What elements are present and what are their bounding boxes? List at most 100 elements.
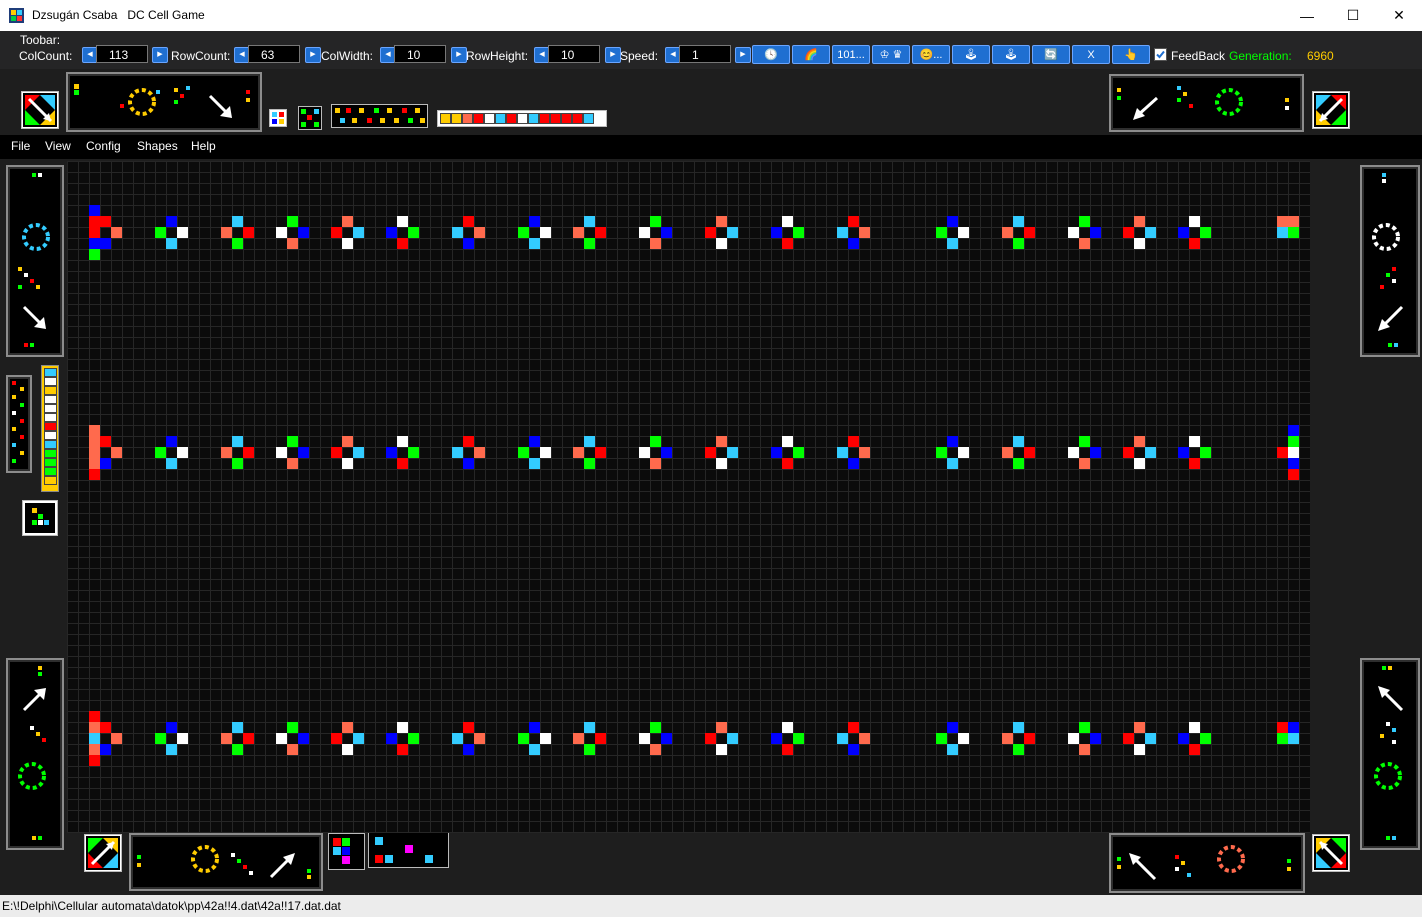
live-cell[interactable]	[89, 216, 100, 227]
live-cell[interactable]	[771, 447, 782, 458]
palette-color-cell[interactable]	[561, 113, 572, 124]
live-cell[interactable]	[661, 733, 672, 744]
live-cell[interactable]	[100, 216, 111, 227]
live-cell[interactable]	[705, 447, 716, 458]
excel-button[interactable]: X	[1072, 45, 1110, 64]
hand-pointer-button[interactable]: 👆	[1112, 45, 1150, 64]
live-cell[interactable]	[89, 447, 100, 458]
palette-color-cell[interactable]	[572, 113, 583, 124]
colcount-increment-button[interactable]: ▶	[152, 47, 168, 63]
palette-color-cell[interactable]	[528, 113, 539, 124]
live-cell[interactable]	[540, 227, 551, 238]
live-cell[interactable]	[298, 227, 309, 238]
live-cell[interactable]	[848, 744, 859, 755]
palette-small-2[interactable]	[298, 106, 322, 130]
live-cell[interactable]	[958, 227, 969, 238]
live-cell[interactable]	[1145, 447, 1156, 458]
live-cell[interactable]	[573, 447, 584, 458]
live-cell[interactable]	[595, 227, 606, 238]
live-cell[interactable]	[89, 755, 100, 766]
live-cell[interactable]	[1068, 733, 1079, 744]
live-cell[interactable]	[650, 458, 661, 469]
live-cell[interactable]	[1288, 216, 1299, 227]
live-cell[interactable]	[705, 733, 716, 744]
live-cell[interactable]	[232, 238, 243, 249]
rowheight-field[interactable]: 10	[548, 45, 600, 63]
colcount-field[interactable]: 113	[96, 45, 148, 63]
palette-strip-top[interactable]	[437, 110, 607, 127]
live-cell[interactable]	[353, 227, 364, 238]
live-cell[interactable]	[342, 238, 353, 249]
live-cell[interactable]	[529, 436, 540, 447]
menu-config[interactable]: Config	[86, 139, 121, 153]
live-cell[interactable]	[639, 227, 650, 238]
live-cell[interactable]	[342, 436, 353, 447]
live-cell[interactable]	[716, 722, 727, 733]
live-cell[interactable]	[89, 227, 100, 238]
live-cell[interactable]	[727, 447, 738, 458]
live-cell[interactable]	[100, 458, 111, 469]
live-cell[interactable]	[100, 238, 111, 249]
live-cell[interactable]	[1013, 216, 1024, 227]
rowcount-field[interactable]: 63	[248, 45, 300, 63]
live-cell[interactable]	[529, 722, 540, 733]
live-cell[interactable]	[958, 447, 969, 458]
menu-view[interactable]: View	[45, 139, 71, 153]
live-cell[interactable]	[276, 227, 287, 238]
live-cell[interactable]	[518, 733, 529, 744]
live-cell[interactable]	[793, 227, 804, 238]
live-cell[interactable]	[452, 733, 463, 744]
live-cell[interactable]	[408, 447, 419, 458]
live-cell[interactable]	[1189, 238, 1200, 249]
live-cell[interactable]	[155, 227, 166, 238]
live-cell[interactable]	[243, 447, 254, 458]
palette-color-cell[interactable]	[44, 386, 57, 395]
palette-strip-left[interactable]	[41, 365, 59, 492]
live-cell[interactable]	[232, 216, 243, 227]
live-cell[interactable]	[947, 744, 958, 755]
live-cell[interactable]	[89, 436, 100, 447]
live-cell[interactable]	[947, 722, 958, 733]
live-cell[interactable]	[1288, 425, 1299, 436]
live-cell[interactable]	[1277, 227, 1288, 238]
speed-field[interactable]: 1	[679, 45, 731, 63]
live-cell[interactable]	[1002, 447, 1013, 458]
live-cell[interactable]	[584, 238, 595, 249]
live-cell[interactable]	[177, 447, 188, 458]
live-cell[interactable]	[1024, 733, 1035, 744]
live-cell[interactable]	[716, 238, 727, 249]
live-cell[interactable]	[1288, 447, 1299, 458]
live-cell[interactable]	[463, 238, 474, 249]
rowcount-increment-button[interactable]: ▶	[305, 47, 321, 63]
shape-thumbnail-glider-right-bottom[interactable]	[1360, 658, 1420, 850]
palette-color-cell[interactable]	[550, 113, 561, 124]
live-cell[interactable]	[474, 447, 485, 458]
live-cell[interactable]	[287, 744, 298, 755]
live-cell[interactable]	[1189, 458, 1200, 469]
feedback-checkbox[interactable]	[1154, 48, 1167, 61]
live-cell[interactable]	[331, 733, 342, 744]
live-cell[interactable]	[1189, 436, 1200, 447]
live-cell[interactable]	[540, 447, 551, 458]
live-cell[interactable]	[782, 436, 793, 447]
live-cell[interactable]	[1288, 436, 1299, 447]
live-cell[interactable]	[1134, 216, 1145, 227]
live-cell[interactable]	[1068, 227, 1079, 238]
live-cell[interactable]	[1123, 227, 1134, 238]
live-cell[interactable]	[1189, 216, 1200, 227]
live-cell[interactable]	[1288, 733, 1299, 744]
live-cell[interactable]	[1013, 744, 1024, 755]
live-cell[interactable]	[716, 436, 727, 447]
live-cell[interactable]	[1178, 447, 1189, 458]
menu-file[interactable]: File	[11, 139, 30, 153]
live-cell[interactable]	[947, 216, 958, 227]
live-cell[interactable]	[837, 733, 848, 744]
live-cell[interactable]	[1013, 722, 1024, 733]
live-cell[interactable]	[342, 458, 353, 469]
live-cell[interactable]	[342, 216, 353, 227]
shape-thumbnail-glider-left-top[interactable]	[6, 165, 64, 357]
live-cell[interactable]	[287, 238, 298, 249]
live-cell[interactable]	[1200, 733, 1211, 744]
live-cell[interactable]	[1024, 227, 1035, 238]
live-cell[interactable]	[1189, 722, 1200, 733]
